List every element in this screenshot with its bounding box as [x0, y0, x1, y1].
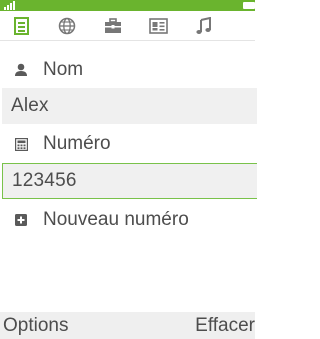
- options-softkey[interactable]: Options: [0, 315, 68, 337]
- tab-contact-card[interactable]: [136, 11, 180, 40]
- battery-icon: [243, 2, 255, 9]
- contact-card-icon: [148, 17, 168, 34]
- music-note-icon: [196, 16, 211, 34]
- clear-softkey[interactable]: Effacer: [195, 315, 255, 337]
- softkey-bar: Options Effacer: [0, 312, 255, 339]
- person-icon: [13, 62, 29, 78]
- phone-keypad-icon: [13, 136, 29, 152]
- add-number-button[interactable]: Nouveau numéro: [0, 202, 255, 238]
- number-label: Numéro: [43, 133, 111, 154]
- status-bar: [0, 0, 255, 11]
- number-label-row: Numéro: [0, 126, 255, 162]
- document-icon: [14, 16, 29, 35]
- signal-bars-icon: [4, 1, 15, 10]
- name-field[interactable]: Alex: [2, 88, 257, 124]
- number-field[interactable]: 123456: [2, 163, 257, 199]
- plus-icon: [13, 212, 29, 228]
- tab-bar: [0, 11, 255, 41]
- tab-ringtone[interactable]: [182, 11, 226, 40]
- add-number-label: Nouveau numéro: [43, 209, 189, 230]
- briefcase-icon: [105, 17, 121, 33]
- tab-web[interactable]: [45, 11, 89, 40]
- tab-work[interactable]: [91, 11, 135, 40]
- globe-icon: [58, 17, 76, 34]
- name-label: Nom: [43, 59, 84, 80]
- tab-details[interactable]: [0, 11, 44, 40]
- name-label-row: Nom: [0, 52, 255, 88]
